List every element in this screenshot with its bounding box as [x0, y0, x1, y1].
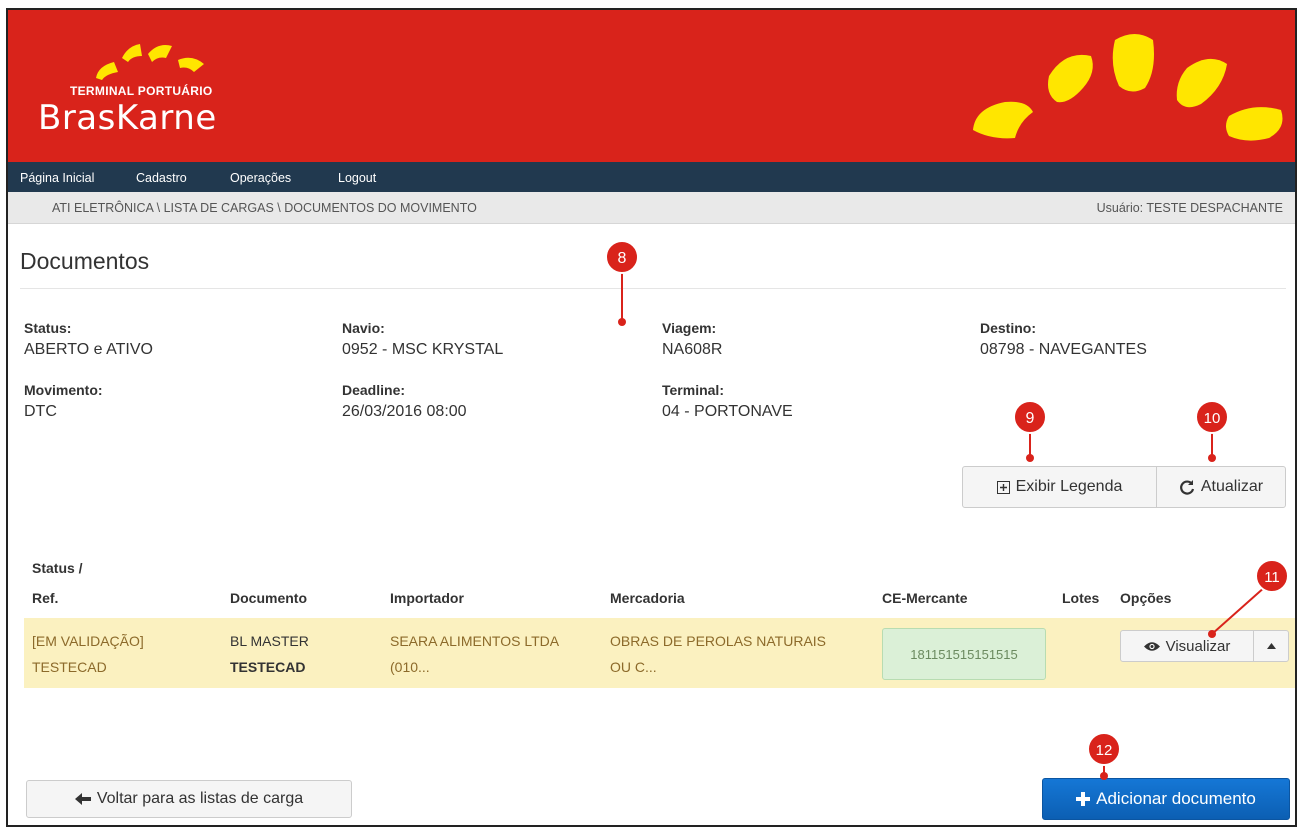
caret-up-icon — [1266, 643, 1276, 649]
back-to-cargo-lists-button[interactable]: Voltar para as listas de carga — [26, 780, 352, 818]
col-header-status: Status / — [32, 560, 83, 576]
plus-icon — [1076, 792, 1091, 806]
row-mercadoria: OBRAS DE PEROLAS NATURAIS — [610, 633, 827, 649]
annotation-marker-11: 11 — [1208, 559, 1289, 638]
marker-number: 11 — [1264, 569, 1280, 586]
row-ref: TESTECAD — [32, 659, 107, 675]
marker-number: 10 — [1204, 410, 1221, 427]
deadline-label: Deadline: — [342, 382, 406, 398]
annotation-marker-8: 8 — [605, 240, 639, 326]
nav-item-operacoes[interactable]: Operações — [230, 171, 291, 185]
logo-subtitle: TERMINAL PORTUÁRIO — [70, 84, 213, 98]
page-title: Documentos — [20, 248, 150, 274]
viagem-label: Viagem: — [662, 320, 717, 336]
row-mercadoria-cont: OU C... — [610, 659, 657, 675]
refresh-button[interactable]: Atualizar — [1156, 466, 1286, 508]
refresh-label: Atualizar — [1200, 478, 1264, 495]
navio-value: 0952 - MSC KRYSTAL — [342, 341, 504, 358]
arrow-left-icon — [74, 793, 91, 805]
movimento-label: Movimento: — [24, 382, 103, 398]
movimento-value: DTC — [24, 403, 57, 420]
sun-graphic-icon — [973, 34, 1283, 141]
breadcrumb-bar: ATI ELETRÔNICA \ LISTA DE CARGAS \ DOCUM… — [8, 192, 1295, 224]
annotation-marker-9: 9 — [1013, 400, 1047, 462]
show-legend-button[interactable]: Exibir Legenda — [962, 466, 1157, 508]
row-importador-cont: (010... — [390, 659, 430, 675]
annotation-marker-12: 12 — [1087, 732, 1121, 780]
status-value: ABERTO e ATIVO — [24, 341, 153, 358]
destino-value: 08798 - NAVEGANTES — [980, 341, 1147, 358]
navio-label: Navio: — [342, 320, 385, 336]
app-frame: TERMINAL PORTUÁRIO BrasKarne Página Inic… — [6, 8, 1297, 827]
deadline-value: 26/03/2016 08:00 — [342, 403, 467, 420]
col-header-documento: Documento — [230, 590, 307, 606]
col-header-lotes: Lotes — [1062, 590, 1100, 606]
add-document-button[interactable]: Adicionar documento — [1042, 778, 1290, 820]
show-legend-label: Exibir Legenda — [1015, 478, 1123, 495]
refresh-icon — [1180, 480, 1194, 495]
row-importador: SEARA ALIMENTOS LTDA — [390, 633, 560, 649]
marker-number: 8 — [618, 250, 627, 267]
annotation-marker-10: 10 — [1195, 400, 1229, 462]
col-header-ref: Ref. — [32, 590, 59, 606]
plus-square-icon — [996, 480, 1010, 494]
user-label: Usuário: TESTE DESPACHANTE — [1096, 201, 1283, 215]
terminal-value: 04 - PORTONAVE — [662, 403, 793, 420]
row-documento-ref: TESTECAD — [230, 659, 306, 675]
breadcrumb: ATI ELETRÔNICA \ LISTA DE CARGAS \ DOCUM… — [52, 201, 477, 215]
status-label: Status: — [24, 320, 72, 336]
add-document-label: Adicionar documento — [1096, 789, 1256, 808]
marker-number: 9 — [1026, 410, 1035, 427]
logo-sun-icon — [96, 44, 204, 80]
header-banner: TERMINAL PORTUÁRIO BrasKarne — [8, 10, 1295, 162]
nav-item-cadastro[interactable]: Cadastro — [136, 171, 187, 185]
col-header-opcoes: Opções — [1120, 590, 1172, 606]
row-documento-type: BL MASTER — [230, 633, 309, 649]
col-header-mercadoria: Mercadoria — [610, 590, 685, 606]
ce-mercante-badge: 181151515151515 — [882, 628, 1046, 680]
nav-item-home[interactable]: Página Inicial — [20, 171, 94, 185]
viagem-value: NA608R — [662, 341, 723, 358]
nav-item-logout[interactable]: Logout — [338, 171, 376, 185]
col-header-importador: Importador — [390, 590, 464, 606]
title-divider — [20, 288, 1286, 289]
terminal-label: Terminal: — [662, 382, 724, 398]
main-nav: Página Inicial Cadastro Operações Logout — [8, 162, 1295, 192]
marker-number: 12 — [1096, 742, 1113, 759]
col-header-ce-mercante: CE-Mercante — [882, 590, 968, 606]
back-label: Voltar para as listas de carga — [96, 790, 304, 807]
logo-name: BrasKarne — [38, 98, 217, 138]
row-status: [EM VALIDAÇÃO] — [32, 633, 144, 649]
destino-label: Destino: — [980, 320, 1036, 336]
eye-icon — [1143, 641, 1160, 651]
